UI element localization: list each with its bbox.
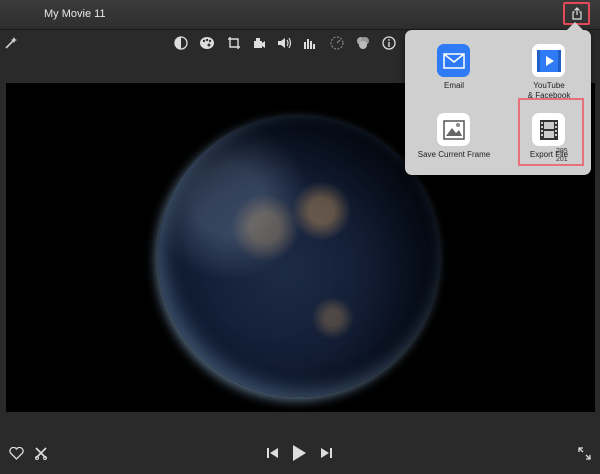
- magic-wand-icon[interactable]: [2, 34, 20, 52]
- save-frame-icon: [437, 113, 470, 146]
- crop-icon[interactable]: [225, 34, 243, 52]
- share-youtube-facebook-item[interactable]: YouTube & Facebook: [504, 36, 594, 100]
- fullscreen-icon[interactable]: [577, 446, 591, 460]
- volume-icon[interactable]: [276, 34, 294, 52]
- skip-forward-icon[interactable]: [319, 446, 333, 460]
- color-balance-icon[interactable]: [172, 34, 190, 52]
- save-current-frame-item[interactable]: Save Current Frame: [409, 105, 499, 165]
- color-correction-icon[interactable]: [198, 34, 216, 52]
- youtube-facebook-icon: [532, 44, 565, 77]
- cursor-height: 201: [556, 156, 568, 163]
- mail-icon: [437, 44, 470, 77]
- info-icon[interactable]: [380, 34, 398, 52]
- speed-icon[interactable]: [328, 34, 346, 52]
- equalizer-icon[interactable]: [301, 34, 319, 52]
- export-file-highlight: [518, 98, 584, 166]
- cursor-width: 285: [556, 148, 568, 155]
- share-email-label: Email: [443, 81, 464, 90]
- title-bar: My Movie 11: [0, 0, 600, 30]
- earth-image: [158, 115, 440, 397]
- stabilization-icon[interactable]: [250, 34, 268, 52]
- save-current-frame-label: Save Current Frame: [417, 150, 491, 159]
- play-icon[interactable]: [290, 444, 308, 462]
- cursor-dimensions: 285 201: [556, 148, 568, 164]
- reject-icon[interactable]: [33, 445, 49, 461]
- share-icon: [571, 7, 582, 20]
- window-title: My Movie 11: [44, 8, 106, 20]
- skip-back-icon[interactable]: [265, 446, 279, 460]
- share-email-item[interactable]: Email: [409, 36, 499, 96]
- playback-bar: [0, 430, 600, 474]
- heart-icon[interactable]: [8, 445, 24, 461]
- clip-filter-icon[interactable]: [354, 34, 372, 52]
